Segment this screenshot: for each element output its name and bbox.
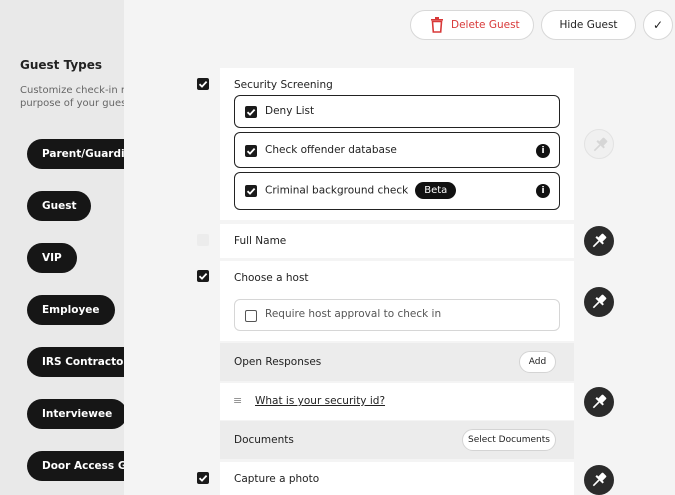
sidebar-title: Guest Types [20,58,103,72]
security-screening-checkbox[interactable] [197,78,209,90]
host-approval-label: Require host approval to check in [265,308,442,320]
criminal-background-checkbox[interactable] [245,185,257,197]
open-response-row: ≡ What is your security id? [220,383,574,420]
check-icon: ✓ [652,18,664,32]
deny-list-label: Deny List [265,105,315,117]
security-id-question-link[interactable]: What is your security id? [255,395,385,407]
documents-section: Documents Select Documents [220,421,574,459]
security-screening-title: Security Screening [234,79,333,91]
sidebar-description: Customize check-in re purpose of your gu… [20,85,124,109]
full-name-card: Full Name [220,224,574,258]
guest-type-door-access-guest[interactable]: Door Access Gue [27,451,124,481]
full-name-label: Full Name [234,235,287,247]
offender-database-option[interactable]: Check offender database i [234,132,560,168]
pin-icon[interactable] [584,226,614,256]
guest-types-sidebar: Guest Types Customize check-in re purpos… [0,0,124,495]
open-responses-section: Open Responses Add [220,343,574,381]
delete-guest-label: Delete Guest [451,19,520,31]
host-approval-checkbox[interactable] [245,310,257,322]
host-approval-option[interactable]: Require host approval to check in [234,299,560,331]
guest-type-vip[interactable]: VIP [27,243,77,273]
open-responses-label: Open Responses [234,356,322,368]
pin-icon[interactable] [584,387,614,417]
guest-type-interviewee[interactable]: Interviewee [27,399,124,429]
choose-host-card: Choose a host Require host approval to c… [220,261,574,341]
delete-guest-button[interactable]: Delete Guest [410,10,534,40]
confirm-button[interactable]: ✓ [643,10,673,40]
capture-photo-checkbox[interactable] [197,472,209,484]
info-icon[interactable]: i [536,144,550,158]
full-name-checkbox[interactable] [197,234,209,246]
documents-label: Documents [234,434,294,446]
trash-icon [431,17,443,33]
deny-list-checkbox[interactable] [245,106,257,118]
beta-badge: Beta [415,182,457,199]
guest-type-parent-guardian[interactable]: Parent/Guardian [27,139,124,169]
deny-list-option[interactable]: Deny List [234,95,560,128]
pin-icon[interactable] [584,287,614,317]
security-screening-card: Security Screening Deny List Check offen… [220,68,574,220]
choose-host-label: Choose a host [234,272,309,284]
pin-icon[interactable] [584,129,614,159]
criminal-background-option[interactable]: Criminal background check Beta i [234,172,560,210]
guest-type-employee[interactable]: Employee [27,295,115,325]
select-documents-button[interactable]: Select Documents [462,429,556,451]
pin-icon[interactable] [584,465,614,495]
add-response-button[interactable]: Add [519,351,556,373]
guest-type-guest[interactable]: Guest [27,191,92,221]
guest-type-irs-contractor[interactable]: IRS Contractor [27,347,124,377]
capture-photo-label: Capture a photo [234,473,320,485]
drag-handle-icon[interactable]: ≡ [233,394,242,407]
hide-guest-button[interactable]: Hide Guest [541,10,636,40]
choose-host-checkbox[interactable] [197,270,209,282]
capture-photo-card: Capture a photo [220,462,574,495]
info-icon[interactable]: i [536,184,550,198]
offender-database-label: Check offender database [265,144,397,156]
offender-database-checkbox[interactable] [245,145,257,157]
criminal-background-label: Criminal background check Beta [265,182,457,199]
